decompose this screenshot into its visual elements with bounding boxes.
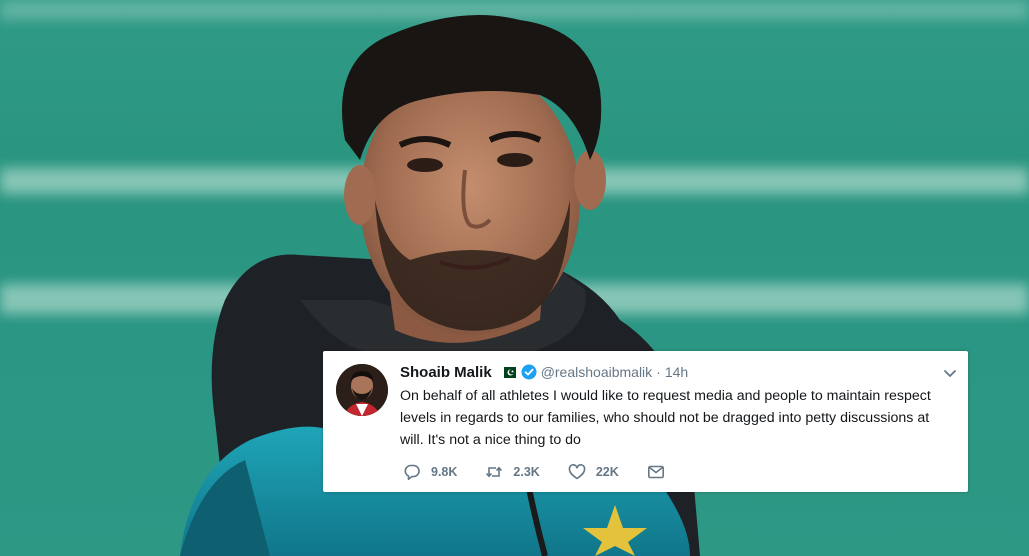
message-button[interactable]: [647, 463, 665, 481]
like-button[interactable]: 22K: [568, 463, 619, 481]
separator-dot: ·: [656, 364, 661, 380]
user-handle[interactable]: @realshoaibmalik: [541, 364, 652, 380]
message-icon: [647, 465, 664, 479]
like-count: 22K: [595, 465, 619, 479]
retweet-button[interactable]: 2.3K: [485, 463, 540, 481]
like-icon: [568, 464, 586, 480]
retweet-icon: [486, 466, 503, 478]
tweet-text: On behalf of all athletes I would like t…: [400, 388, 931, 448]
reply-count: 9.8K: [431, 465, 458, 479]
tweet-actions: 9.8K 2.3K 22K: [403, 463, 693, 481]
tweet-card[interactable]: Shoaib Malik @realshoaibmalik · 14h On b…: [323, 351, 968, 492]
retweet-count: 2.3K: [513, 465, 540, 479]
tweet-header: Shoaib Malik @realshoaibmalik · 14h: [400, 362, 688, 382]
chevron-down-icon[interactable]: [942, 365, 958, 381]
tweet-timestamp[interactable]: 14h: [665, 364, 688, 380]
flag-icon: [499, 366, 516, 378]
user-name[interactable]: Shoaib Malik: [400, 364, 492, 381]
verified-icon: [521, 364, 537, 380]
reply-icon: [404, 464, 420, 480]
reply-button[interactable]: 9.8K: [403, 463, 457, 481]
avatar[interactable]: [336, 364, 388, 416]
